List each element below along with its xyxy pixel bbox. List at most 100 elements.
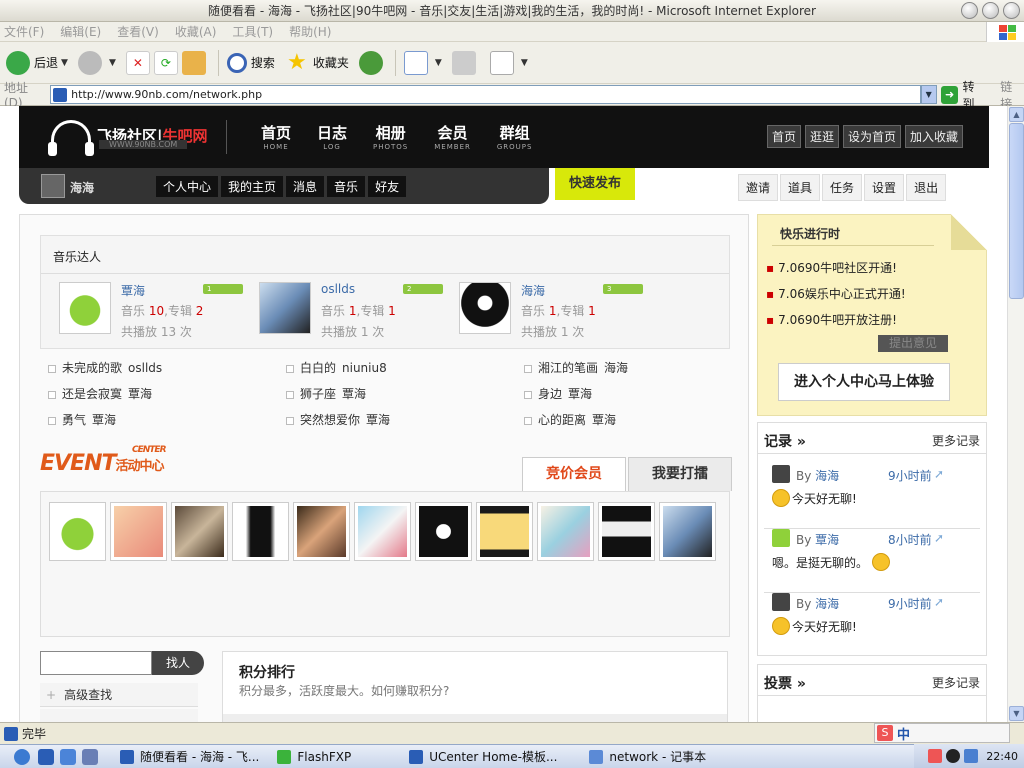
tab-bidding-members[interactable]: 竞价会员 bbox=[522, 457, 626, 491]
mail-dropdown-icon[interactable]: ▼ bbox=[435, 58, 442, 68]
nav-member[interactable]: 会员 MEMBER bbox=[434, 122, 471, 151]
checkbox[interactable] bbox=[286, 391, 294, 399]
avatar[interactable] bbox=[772, 465, 790, 483]
menu-tasks[interactable]: 任务 bbox=[822, 174, 863, 201]
ie-quicklaunch-icon[interactable] bbox=[38, 748, 54, 765]
network-tray-icon[interactable] bbox=[964, 749, 979, 763]
qq-tray-icon[interactable] bbox=[946, 749, 961, 763]
menu-edit[interactable]: 编辑(E) bbox=[60, 23, 101, 40]
sogou-tray-icon[interactable] bbox=[928, 749, 943, 763]
record-user[interactable]: 海海 bbox=[815, 469, 839, 483]
song-author[interactable]: 覃海 bbox=[366, 413, 390, 427]
avatar[interactable] bbox=[772, 593, 790, 611]
stop-icon[interactable]: ✕ bbox=[125, 50, 150, 75]
checkbox[interactable] bbox=[286, 417, 294, 425]
scroll-up-icon[interactable]: ▲ bbox=[1009, 107, 1024, 122]
member-thumbnail[interactable] bbox=[49, 502, 106, 561]
menu-invite[interactable]: 邀请 bbox=[738, 174, 779, 201]
artist-name[interactable]: osllds bbox=[321, 282, 355, 296]
scroll-down-icon[interactable]: ▼ bbox=[1009, 706, 1024, 721]
header-link-set-homepage[interactable]: 设为首页 bbox=[842, 125, 901, 148]
member-thumbnail[interactable] bbox=[232, 502, 289, 561]
user-link-friends[interactable]: 好友 bbox=[368, 176, 407, 197]
song-author[interactable]: 覃海 bbox=[568, 387, 592, 401]
checkbox[interactable] bbox=[48, 365, 56, 373]
user-link-center[interactable]: 个人中心 bbox=[156, 176, 219, 197]
refresh-icon[interactable]: ⟳ bbox=[153, 50, 178, 75]
news-item[interactable]: ▪ 7.0690牛吧开放注册! bbox=[766, 311, 897, 328]
avatar[interactable] bbox=[772, 529, 790, 547]
song-author[interactable]: 覃海 bbox=[342, 387, 366, 401]
user-avatar[interactable] bbox=[41, 174, 65, 198]
taskbar-item-flashfxp[interactable]: FlashFXP bbox=[271, 747, 357, 767]
list-item[interactable]: 湘江的笔画 海海 bbox=[524, 359, 628, 376]
ime-mode[interactable]: 中 bbox=[897, 724, 910, 743]
menu-props[interactable]: 道具 bbox=[780, 174, 821, 201]
news-item[interactable]: ▪ 7.06娱乐中心正式开通! bbox=[766, 285, 906, 302]
taskbar-item-ie[interactable]: 随便看看 - 海海 - 飞... bbox=[114, 747, 265, 767]
minimize-button[interactable] bbox=[961, 2, 978, 19]
vertical-scrollbar[interactable]: ▲ ▼ bbox=[1007, 106, 1024, 722]
sidebar-item[interactable] bbox=[40, 709, 198, 722]
artist-avatar[interactable] bbox=[59, 282, 111, 334]
media-quicklaunch-icon[interactable] bbox=[82, 748, 98, 765]
menu-logout[interactable]: 退出 bbox=[906, 174, 947, 201]
close-button[interactable] bbox=[1003, 2, 1020, 19]
list-item[interactable]: 勇气 覃海 bbox=[48, 411, 116, 428]
checkbox[interactable] bbox=[286, 365, 294, 373]
home-icon[interactable] bbox=[181, 50, 206, 75]
menu-file[interactable]: 文件(F) bbox=[4, 23, 44, 40]
member-thumbnail[interactable] bbox=[354, 502, 411, 561]
list-item[interactable]: 白白的 niuniu8 bbox=[286, 359, 387, 376]
mail-icon[interactable] bbox=[403, 50, 428, 75]
checkbox[interactable] bbox=[524, 391, 532, 399]
song-author[interactable]: 覃海 bbox=[592, 413, 616, 427]
menu-tools[interactable]: 工具(T) bbox=[232, 23, 273, 40]
scroll-thumb[interactable] bbox=[1009, 123, 1024, 299]
list-item[interactable]: 未完成的歌 osllds bbox=[48, 359, 162, 376]
menu-help[interactable]: 帮助(H) bbox=[289, 23, 331, 40]
checkbox[interactable] bbox=[48, 417, 56, 425]
search-button[interactable]: 搜索 bbox=[226, 52, 275, 73]
share-icon[interactable]: ➚ bbox=[934, 531, 944, 545]
ime-toolbar[interactable]: S 中 bbox=[874, 723, 1010, 743]
enter-personal-center-button[interactable]: 进入个人中心马上体验 bbox=[778, 363, 950, 401]
record-time[interactable]: 8小时前 bbox=[888, 531, 932, 548]
member-thumbnail[interactable] bbox=[537, 502, 594, 561]
nav-home[interactable]: 首页 HOME bbox=[261, 122, 291, 151]
song-author[interactable]: 海海 bbox=[604, 361, 628, 375]
list-item[interactable]: 突然想爱你 覃海 bbox=[286, 411, 390, 428]
share-icon[interactable]: ➚ bbox=[934, 467, 944, 481]
list-item[interactable]: 还是会寂寞 覃海 bbox=[48, 385, 152, 402]
feedback-button[interactable]: 提出意见 bbox=[878, 335, 948, 352]
taskbar-item-ucenter[interactable]: UCenter Home-模板... bbox=[403, 747, 563, 767]
go-arrow-icon[interactable]: ➜ bbox=[940, 85, 959, 104]
forward-button[interactable]: ▼ bbox=[77, 50, 116, 75]
username[interactable]: 海海 bbox=[70, 179, 94, 196]
taskbar-item-notepad[interactable]: network - 记事本 bbox=[583, 747, 712, 767]
list-item[interactable]: 心的距离 覃海 bbox=[524, 411, 616, 428]
address-dropdown-icon[interactable]: ▼ bbox=[920, 85, 937, 104]
song-author[interactable]: niuniu8 bbox=[342, 361, 387, 375]
more-votes-link[interactable]: 更多记录 bbox=[932, 674, 980, 691]
song-author[interactable]: osllds bbox=[128, 361, 162, 375]
song-author[interactable]: 覃海 bbox=[92, 413, 116, 427]
nav-photos[interactable]: 相册 PHOTOS bbox=[373, 122, 408, 151]
user-link-messages[interactable]: 消息 bbox=[286, 176, 325, 197]
member-thumbnail[interactable] bbox=[598, 502, 655, 561]
find-people-input[interactable] bbox=[40, 651, 152, 675]
user-link-homepage[interactable]: 我的主页 bbox=[221, 176, 284, 197]
quick-publish-button[interactable]: 快速发布 bbox=[555, 168, 635, 200]
record-time[interactable]: 9小时前 bbox=[888, 467, 932, 484]
artist-name[interactable]: 海海 bbox=[521, 282, 545, 299]
member-thumbnail[interactable] bbox=[110, 502, 167, 561]
more-records-link[interactable]: 更多记录 bbox=[932, 432, 980, 449]
member-thumbnail[interactable] bbox=[476, 502, 533, 561]
user-link-music[interactable]: 音乐 bbox=[327, 176, 366, 197]
favorites-button[interactable]: ★ 收藏夹 bbox=[285, 50, 349, 75]
find-people-button[interactable]: 找人 bbox=[152, 651, 204, 675]
artist-avatar[interactable] bbox=[259, 282, 311, 334]
print-icon[interactable] bbox=[451, 50, 476, 75]
member-thumbnail[interactable] bbox=[171, 502, 228, 561]
header-link-home[interactable]: 首页 bbox=[766, 125, 801, 148]
